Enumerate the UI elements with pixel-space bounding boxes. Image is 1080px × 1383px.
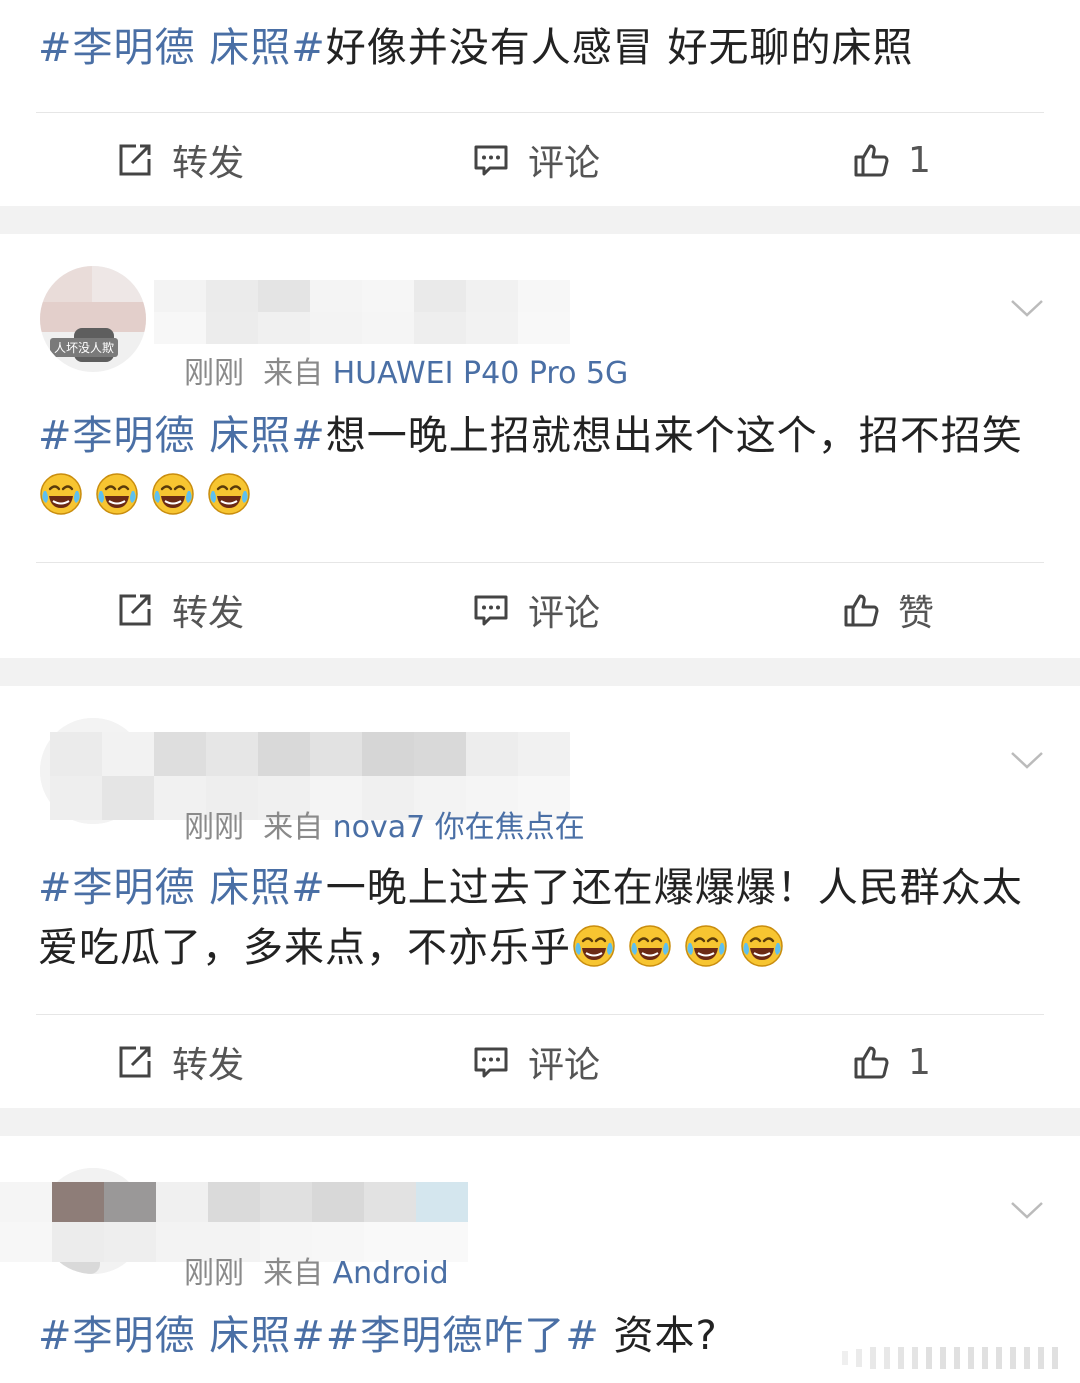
laugh-cry-emoji: [629, 925, 671, 967]
post-card: #李明德 床照#好像并没有人感冒 好无聊的床照 转发 评论 1: [0, 0, 1080, 206]
post-separator: [0, 1108, 1080, 1136]
post-meta: 刚刚 来自 nova7 你在焦点在: [184, 802, 585, 846]
scroll-indicator[interactable]: [842, 1345, 1072, 1371]
post-separator: [0, 206, 1080, 234]
post-meta: 刚刚 来自 HUAWEI P40 Pro 5G: [184, 348, 628, 392]
repost-icon: [119, 1046, 151, 1078]
source-prefix: 来自: [263, 1256, 324, 1291]
laugh-cry-emoji: [741, 925, 783, 967]
post-text: #李明德 床照#想一晚上招就想出来个这个，招不招笑: [38, 406, 1040, 526]
post-content: 资本?: [599, 1313, 718, 1359]
comment-icon: [474, 1047, 508, 1078]
post-time: 刚刚: [184, 356, 244, 391]
repost-button[interactable]: 转发: [116, 562, 244, 658]
comment-icon: [474, 595, 508, 626]
repost-icon: [119, 594, 151, 626]
repost-button[interactable]: 转发: [116, 112, 244, 208]
post-header: 刚刚 来自 nova7 你在焦点在: [0, 702, 1080, 845]
like-button[interactable]: 赞: [842, 562, 934, 658]
laugh-cry-emoji: [685, 925, 727, 967]
avatar-badge: 人坏没人欺: [50, 338, 119, 357]
comment-button[interactable]: 评论: [472, 562, 600, 658]
like-count: 1: [908, 139, 931, 181]
source-prefix: 来自: [263, 356, 324, 391]
laugh-cry-emoji: [573, 925, 615, 967]
like-button[interactable]: 1: [852, 1014, 931, 1110]
laugh-cry-emoji: [40, 473, 82, 515]
action-bar: 转发 评论 1: [0, 1014, 1080, 1110]
username-blurred[interactable]: [154, 280, 570, 344]
post-time: 刚刚: [184, 810, 244, 845]
post-content: 想一晚上招就想出来个这个，招不招笑: [325, 413, 1023, 459]
like-count: 1: [908, 1041, 931, 1083]
laugh-cry-emoji: [208, 473, 250, 515]
repost-label: 转发: [172, 143, 245, 184]
comment-label: 评论: [528, 593, 601, 634]
post-content: 好像并没有人感冒 好无聊的床照: [325, 25, 914, 71]
emoji-row: [38, 473, 262, 519]
post-header: 刚刚 来自 Android: [0, 1152, 1080, 1291]
post-header: 人坏没人欺 刚刚 来自 HUAWEI P40 Pro 5G: [0, 250, 1080, 391]
chevron-down-icon[interactable]: [1010, 750, 1044, 770]
emoji-row: [571, 925, 795, 971]
action-bar: 转发 评论 1: [0, 112, 1080, 208]
hashtag-link[interactable]: #李明德 床照#: [38, 25, 326, 71]
thumbs-up-icon: [844, 594, 879, 627]
laugh-cry-emoji: [96, 473, 138, 515]
comment-label: 评论: [528, 1045, 601, 1086]
comment-button[interactable]: 评论: [472, 112, 600, 208]
post-text: #李明德 床照#一晚上过去了还在爆爆爆！人民群众太爱吃瓜了，多来点，不亦乐乎: [38, 858, 1040, 978]
post-source[interactable]: nova7 你在焦点在: [333, 810, 585, 845]
hashtag-link[interactable]: #李明德 床照##李明德咋了#: [38, 1313, 600, 1359]
laugh-cry-emoji: [152, 473, 194, 515]
thumbs-up-icon: [854, 1046, 889, 1079]
comment-label: 评论: [528, 143, 601, 184]
source-prefix: 来自: [263, 810, 324, 845]
chevron-down-icon[interactable]: [1010, 1200, 1044, 1220]
post-time: 刚刚: [184, 1256, 244, 1291]
post-card: 刚刚 来自 nova7 你在焦点在 #李明德 床照#一晚上过去了还在爆爆爆！人民…: [0, 686, 1080, 1108]
repost-label: 转发: [172, 1045, 245, 1086]
repost-button[interactable]: 转发: [116, 1014, 244, 1110]
action-bar: 转发 评论 赞: [0, 562, 1080, 658]
comment-button[interactable]: 评论: [472, 1014, 600, 1110]
post-separator: [0, 658, 1080, 686]
post-meta: 刚刚 来自 Android: [184, 1248, 449, 1292]
post-text: #李明德 床照#好像并没有人感冒 好无聊的床照: [38, 18, 1040, 78]
hashtag-link[interactable]: #李明德 床照#: [38, 413, 326, 459]
avatar[interactable]: 人坏没人欺: [40, 266, 146, 372]
hashtag-link[interactable]: #李明德 床照#: [38, 865, 326, 911]
thumbs-up-icon: [854, 144, 889, 177]
like-button[interactable]: 1: [852, 112, 931, 208]
repost-icon: [119, 144, 151, 176]
post-source[interactable]: Android: [333, 1256, 449, 1291]
chevron-down-icon[interactable]: [1010, 298, 1044, 318]
comment-icon: [474, 145, 508, 176]
post-card: 人坏没人欺 刚刚 来自 HUAWEI P40 Pro 5G #李明德 床照#想一…: [0, 234, 1080, 658]
post-source[interactable]: HUAWEI P40 Pro 5G: [333, 356, 629, 391]
like-label: 赞: [898, 593, 935, 634]
repost-label: 转发: [172, 593, 245, 634]
